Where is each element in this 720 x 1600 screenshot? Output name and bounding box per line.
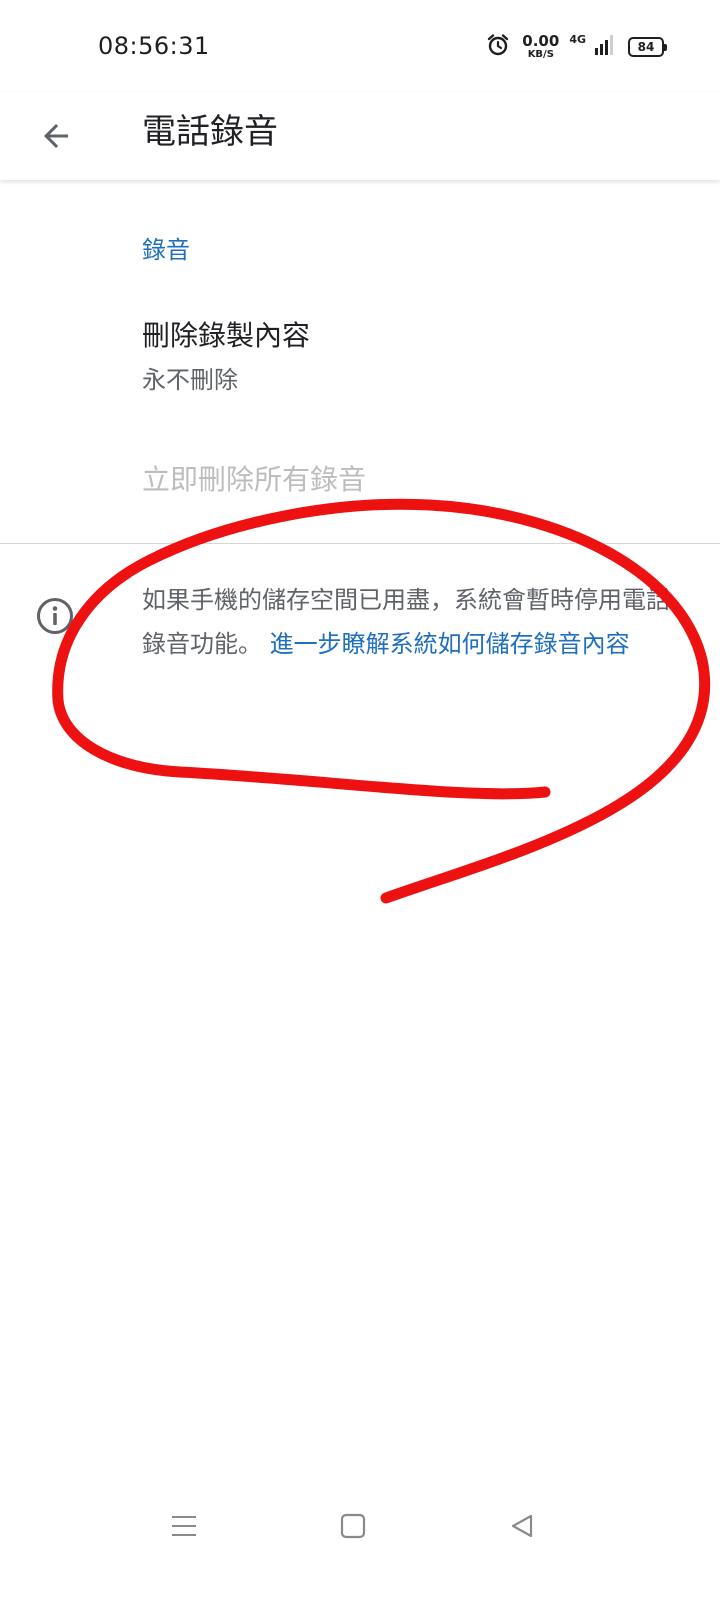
network-speed: 0.00 KB/S	[522, 34, 559, 60]
navigation-bar	[0, 1490, 720, 1560]
info-text: 如果手機的儲存空間已用盡，系統會暫時停用電話錄音功能。 進一步瞭解系統如何儲存錄…	[142, 578, 682, 666]
section-header-recording: 錄音	[142, 236, 190, 264]
status-time: 08:56:31	[98, 32, 210, 60]
nav-back-button[interactable]	[500, 1504, 544, 1548]
menu-icon	[172, 1516, 196, 1536]
app-bar: 電話錄音	[0, 92, 720, 180]
delete-recordings-setting[interactable]: 刪除錄製內容 永不刪除	[0, 296, 720, 406]
network-speed-value: 0.00	[522, 32, 560, 50]
back-button[interactable]	[26, 106, 86, 166]
delete-all-recordings-setting[interactable]: 立即刪除所有錄音	[0, 436, 720, 516]
info-icon	[36, 597, 74, 635]
back-icon	[511, 1514, 533, 1538]
delete-all-recordings-title: 立即刪除所有錄音	[142, 463, 367, 496]
arrow-left-icon	[44, 124, 68, 148]
network-type: 4G	[569, 33, 586, 46]
battery-level: 84	[637, 40, 655, 54]
delete-recordings-summary: 永不刪除	[142, 366, 238, 394]
menu-button[interactable]	[162, 1504, 206, 1548]
alarm-icon	[486, 33, 510, 61]
home-icon	[340, 1513, 366, 1539]
network-speed-unit: KB/S	[527, 49, 554, 60]
status-icons: 0.00 KB/S 4G 84	[486, 30, 667, 64]
battery-icon: 84	[628, 37, 667, 57]
red-circle-annotation	[52, 498, 711, 904]
home-button[interactable]	[331, 1504, 375, 1548]
learn-more-link[interactable]: 進一步瞭解系統如何儲存錄音內容	[270, 630, 630, 658]
status-bar: 08:56:31 0.00 KB/S 4G 84	[0, 0, 720, 92]
delete-recordings-title: 刪除錄製內容	[142, 319, 311, 352]
divider	[0, 543, 720, 544]
signal-icon	[594, 34, 614, 60]
page-title: 電話錄音	[142, 112, 278, 152]
